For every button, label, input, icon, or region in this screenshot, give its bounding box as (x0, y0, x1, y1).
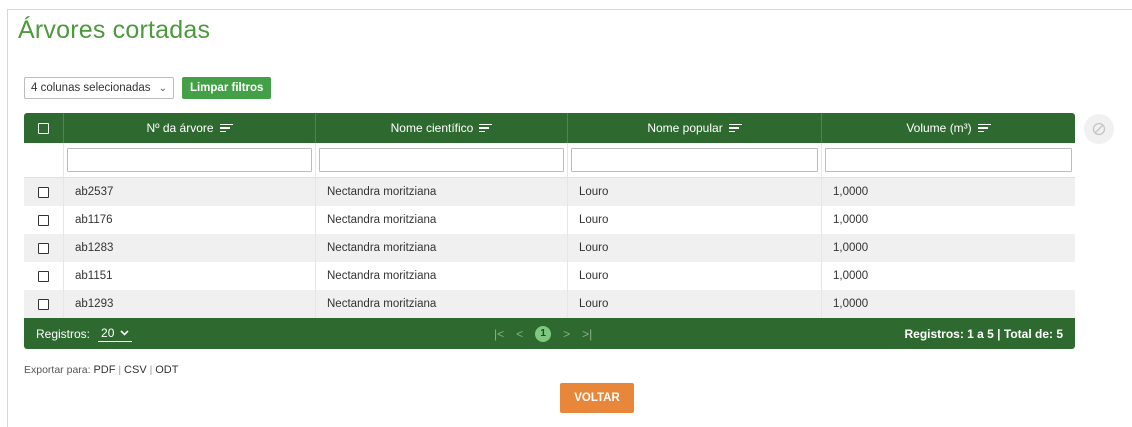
page-button-current[interactable]: 1 (535, 325, 552, 342)
export-links: Exportar para: PDF | CSV | ODT (24, 364, 178, 376)
export-csv-link[interactable]: CSV (124, 364, 147, 376)
chevron-down-icon (120, 329, 129, 336)
select-all-cell (24, 113, 64, 143)
cell-volume: 1,0000 (833, 242, 869, 254)
per-page-value: 20 (101, 325, 115, 340)
data-grid: Nº da árvore Nome científico Nome popula… (24, 113, 1075, 349)
row-checkbox[interactable] (38, 186, 49, 198)
slashed-circle-icon (1092, 122, 1106, 136)
select-all-checkbox[interactable] (38, 122, 49, 134)
per-page: Registros: 20 (36, 325, 133, 342)
records-summary: Registros: 1 a 5 | Total de: 5 (904, 326, 1063, 341)
grid-footer: Registros: 20 |< < 1 > >| Registros: 1 a… (24, 318, 1075, 349)
cell-tree-number: ab1176 (64, 206, 316, 234)
filter-cell (822, 143, 1075, 177)
row-checkbox[interactable] (38, 298, 49, 310)
column-header-label: Nome popular (647, 121, 723, 135)
row-select-cell (24, 178, 64, 206)
filter-row (24, 143, 1075, 178)
cell-scientific-name: Nectandra moritziana (316, 178, 568, 206)
cell-tree-number: ab1293 (64, 290, 316, 318)
cell-volume: 1,0000 (833, 298, 869, 310)
column-header-label: Nome científico (390, 121, 474, 135)
clear-filters-button[interactable]: Limpar filtros (181, 77, 272, 99)
row-select-cell (24, 290, 64, 318)
cell-scientific-name: Nectandra moritziana (316, 234, 568, 262)
row-select-cell (24, 206, 64, 234)
cell-popular-name: Louro (568, 206, 822, 234)
column-header-label: Nº da árvore (146, 121, 214, 135)
column-header-tree-number[interactable]: Nº da árvore (64, 113, 316, 143)
per-page-select[interactable]: 20 (98, 325, 133, 342)
sort-icon[interactable] (479, 123, 493, 133)
cell-volume: 1,0000 (833, 186, 869, 198)
filter-input-tree-number[interactable] (67, 148, 312, 172)
next-page-icon[interactable]: > (563, 327, 570, 341)
filter-input-volume[interactable] (825, 148, 1072, 172)
row-select-cell (24, 262, 64, 290)
cell-popular-name: Louro (568, 178, 822, 206)
column-header-label: Volume (m³) (906, 121, 972, 135)
cell-scientific-name: Nectandra moritziana (316, 262, 568, 290)
export-pdf-link[interactable]: PDF (93, 364, 115, 376)
pagination: |< < 1 > >| (494, 325, 592, 342)
filter-input-popular-name[interactable] (571, 148, 818, 172)
cell-tree-number: ab2537 (64, 178, 316, 206)
cell-scientific-name: Nectandra moritziana (316, 206, 568, 234)
cell-popular-name: Louro (568, 290, 822, 318)
table-row[interactable]: ab1283 Nectandra moritziana Louro 1,0000 (24, 234, 1075, 262)
cell-tree-number: ab1283 (64, 234, 316, 262)
sort-icon[interactable] (219, 123, 233, 133)
cell-popular-name: Louro (568, 262, 822, 290)
chevron-down-icon: ⌄ (158, 82, 167, 94)
cell-volume: 1,0000 (833, 270, 869, 282)
table-row[interactable]: ab1293 Nectandra moritziana Louro 1,0000 (24, 290, 1075, 318)
export-odt-link[interactable]: ODT (155, 364, 178, 376)
columns-select[interactable]: 4 colunas selecionadas ⌄ (24, 77, 174, 99)
filter-input-scientific-name[interactable] (319, 148, 564, 172)
table-row[interactable]: ab2537 Nectandra moritziana Louro 1,0000 (24, 178, 1075, 206)
per-page-label: Registros: (36, 326, 91, 341)
separator: | (118, 364, 122, 376)
last-page-icon[interactable]: >| (582, 327, 592, 341)
prev-page-icon[interactable]: < (516, 327, 523, 341)
cell-tree-number: ab1151 (64, 262, 316, 290)
clear-sort-button[interactable] (1084, 114, 1114, 144)
row-checkbox[interactable] (38, 270, 49, 282)
cell-scientific-name: Nectandra moritziana (316, 290, 568, 318)
row-checkbox[interactable] (38, 214, 49, 226)
sort-icon[interactable] (728, 123, 742, 133)
sort-icon[interactable] (977, 123, 991, 133)
table-row[interactable]: ab1176 Nectandra moritziana Louro 1,0000 (24, 206, 1075, 234)
filter-cell (568, 143, 822, 177)
cell-volume: 1,0000 (833, 214, 869, 226)
columns-select-value: 4 colunas selecionadas (31, 82, 151, 94)
cell-popular-name: Louro (568, 234, 822, 262)
filter-cell (316, 143, 568, 177)
row-select-cell (24, 234, 64, 262)
separator: | (149, 364, 153, 376)
column-header-volume[interactable]: Volume (m³) (822, 113, 1075, 143)
column-header-scientific-name[interactable]: Nome científico (316, 113, 568, 143)
filter-cell-empty (24, 143, 64, 177)
row-checkbox[interactable] (38, 242, 49, 254)
first-page-icon[interactable]: |< (494, 327, 504, 341)
back-button[interactable]: VOLTAR (560, 383, 634, 413)
page-title: Árvores cortadas (18, 16, 211, 44)
toolbar: 4 colunas selecionadas ⌄ Limpar filtros (24, 77, 272, 99)
grid-header: Nº da árvore Nome científico Nome popula… (24, 113, 1075, 143)
filter-cell (64, 143, 316, 177)
table-row[interactable]: ab1151 Nectandra moritziana Louro 1,0000 (24, 262, 1075, 290)
export-label: Exportar para: (24, 364, 91, 376)
column-header-popular-name[interactable]: Nome popular (568, 113, 822, 143)
